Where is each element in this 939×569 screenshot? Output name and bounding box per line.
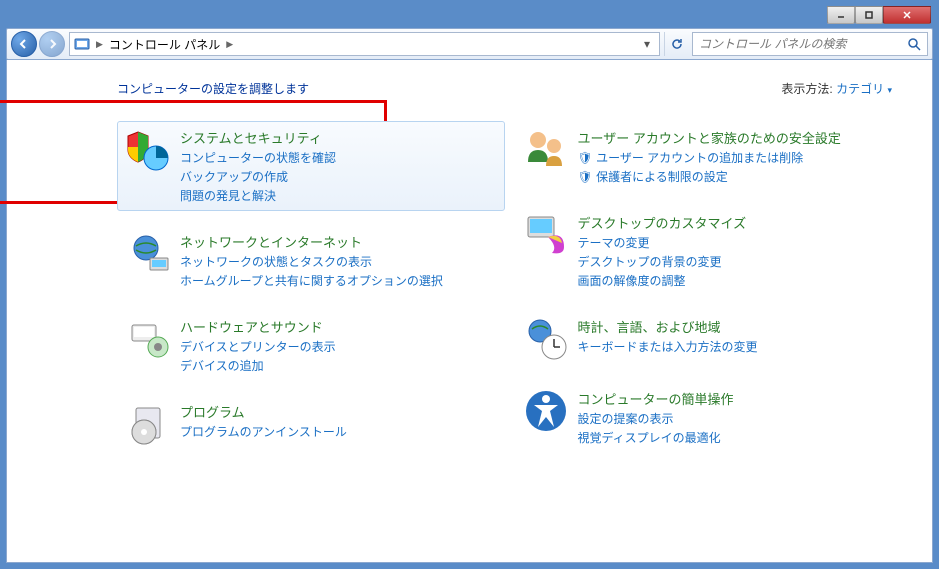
chevron-right-icon[interactable]: ▶ bbox=[94, 39, 105, 50]
titlebar bbox=[6, 6, 933, 28]
appearance-icon bbox=[524, 213, 568, 257]
category-link[interactable]: バックアップの作成 bbox=[180, 168, 336, 185]
category-title[interactable]: 時計、言語、および地域 bbox=[578, 317, 758, 336]
category-link[interactable]: 設定の提案の表示 bbox=[578, 410, 734, 427]
ease-of-access-icon bbox=[524, 389, 568, 433]
programs-icon bbox=[126, 402, 170, 446]
category-ease-of-access[interactable]: コンピューターの簡単操作 設定の提案の表示 視覚ディスプレイの最適化 bbox=[515, 382, 903, 453]
content-area: コンピューターの設定を調整します 表示方法: カテゴリ ▾ bbox=[6, 60, 933, 563]
category-system-security[interactable]: システムとセキュリティ コンピューターの状態を確認 バックアップの作成 問題の発… bbox=[117, 121, 505, 211]
category-title[interactable]: ユーザー アカウントと家族のための安全設定 bbox=[578, 128, 841, 147]
network-icon bbox=[126, 232, 170, 276]
category-link[interactable]: ホームグループと共有に関するオプションの選択 bbox=[180, 272, 443, 289]
control-panel-icon bbox=[74, 36, 90, 52]
category-title[interactable]: システムとセキュリティ bbox=[180, 128, 336, 147]
chevron-right-icon[interactable]: ▶ bbox=[224, 39, 235, 50]
category-link[interactable]: 視覚ディスプレイの最適化 bbox=[578, 429, 734, 446]
system-security-icon bbox=[126, 128, 170, 172]
category-link[interactable]: ネットワークの状態とタスクの表示 bbox=[180, 253, 443, 270]
chevron-down-icon[interactable]: ▾ bbox=[887, 85, 892, 95]
category-link[interactable]: デスクトップの背景の変更 bbox=[578, 253, 747, 270]
category-user-accounts[interactable]: ユーザー アカウントと家族のための安全設定 🛡 ユーザー アカウントの追加または… bbox=[515, 121, 903, 192]
category-link[interactable]: デバイスとプリンターの表示 bbox=[180, 338, 336, 355]
category-hardware[interactable]: ハードウェアとサウンド デバイスとプリンターの表示 デバイスの追加 bbox=[117, 310, 505, 381]
category-appearance[interactable]: デスクトップのカスタマイズ テーマの変更 デスクトップの背景の変更 画面の解像度… bbox=[515, 206, 903, 296]
shield-icon: 🛡 bbox=[578, 170, 593, 184]
search-box[interactable] bbox=[692, 32, 928, 56]
category-link[interactable]: テーマの変更 bbox=[578, 234, 747, 251]
category-link[interactable]: 画面の解像度の調整 bbox=[578, 272, 747, 289]
category-title[interactable]: ネットワークとインターネット bbox=[180, 232, 443, 251]
category-link[interactable]: デバイスの追加 bbox=[180, 357, 336, 374]
category-link[interactable]: キーボードまたは入力方法の変更 bbox=[578, 338, 758, 355]
search-input[interactable] bbox=[699, 37, 907, 51]
forward-button[interactable] bbox=[39, 31, 65, 57]
toolbar: ▶ コントロール パネル ▶ ▾ bbox=[6, 28, 933, 60]
hardware-icon bbox=[126, 317, 170, 361]
search-icon[interactable] bbox=[907, 37, 921, 51]
user-accounts-icon bbox=[524, 128, 568, 172]
category-title[interactable]: コンピューターの簡単操作 bbox=[578, 389, 734, 408]
category-link[interactable]: 問題の発見と解決 bbox=[180, 187, 336, 204]
breadcrumb[interactable]: ▶ コントロール パネル ▶ ▾ bbox=[69, 32, 660, 56]
view-by-label: 表示方法: bbox=[781, 82, 832, 96]
back-button[interactable] bbox=[11, 31, 37, 57]
category-clock-language[interactable]: 時計、言語、および地域 キーボードまたは入力方法の変更 bbox=[515, 310, 903, 368]
category-title[interactable]: プログラム bbox=[180, 402, 347, 421]
minimize-button[interactable] bbox=[827, 6, 855, 24]
breadcrumb-text[interactable]: コントロール パネル bbox=[109, 36, 220, 53]
shield-icon: 🛡 bbox=[578, 151, 593, 165]
category-network[interactable]: ネットワークとインターネット ネットワークの状態とタスクの表示 ホームグループと… bbox=[117, 225, 505, 296]
view-by-value[interactable]: カテゴリ bbox=[836, 82, 884, 96]
category-programs[interactable]: プログラム プログラムのアンインストール bbox=[117, 395, 505, 453]
category-title[interactable]: デスクトップのカスタマイズ bbox=[578, 213, 747, 232]
page-title: コンピューターの設定を調整します bbox=[117, 80, 309, 97]
breadcrumb-dropdown[interactable]: ▾ bbox=[639, 37, 655, 51]
refresh-button[interactable] bbox=[664, 32, 688, 56]
category-title[interactable]: ハードウェアとサウンド bbox=[180, 317, 336, 336]
category-link[interactable]: プログラムのアンインストール bbox=[180, 423, 347, 440]
clock-language-icon bbox=[524, 317, 568, 361]
category-link[interactable]: 🛡 保護者による制限の設定 bbox=[578, 168, 841, 185]
category-link[interactable]: コンピューターの状態を確認 bbox=[180, 149, 336, 166]
category-link[interactable]: 🛡 ユーザー アカウントの追加または削除 bbox=[578, 149, 841, 166]
maximize-button[interactable] bbox=[855, 6, 883, 24]
view-by[interactable]: 表示方法: カテゴリ ▾ bbox=[781, 80, 892, 97]
close-button[interactable] bbox=[883, 6, 931, 24]
